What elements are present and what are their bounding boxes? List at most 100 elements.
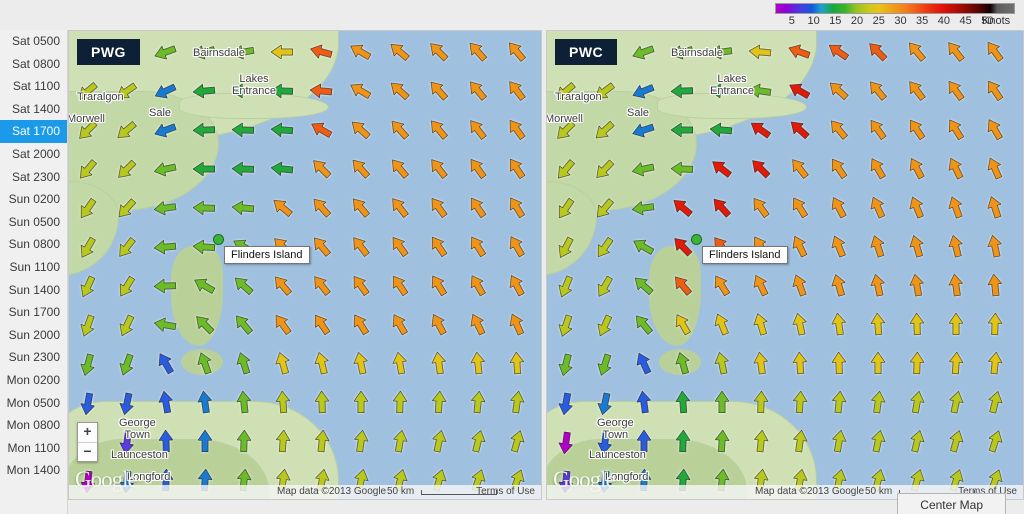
wind-arrow xyxy=(670,156,696,182)
wind-arrow xyxy=(114,390,140,416)
time-item-sat-1100[interactable]: Sat 1100 xyxy=(0,75,67,98)
wind-arrow xyxy=(670,429,696,455)
wind-arrow xyxy=(982,429,1008,455)
wind-arrow xyxy=(943,273,969,299)
wind-arrow xyxy=(943,351,969,377)
wind-arrow xyxy=(670,390,696,416)
wind-arrow xyxy=(153,273,179,299)
wind-arrow xyxy=(504,117,530,143)
wind-arrow xyxy=(465,234,491,260)
time-item-sat-2300[interactable]: Sat 2300 xyxy=(0,166,67,189)
model-badge-pwg: PWG xyxy=(77,39,140,65)
wind-arrow xyxy=(465,117,491,143)
wind-arrow xyxy=(75,312,101,338)
wind-arrow xyxy=(114,429,140,455)
wind-arrow xyxy=(426,312,452,338)
wind-arrow xyxy=(231,273,257,299)
wind-arrow xyxy=(270,156,296,182)
zoom-in-button[interactable]: + xyxy=(78,423,97,442)
wind-arrow xyxy=(270,39,296,65)
wind-arrow xyxy=(387,234,413,260)
flinders-island-callout[interactable]: Flinders Island xyxy=(702,246,788,264)
wind-arrow xyxy=(153,234,179,260)
map-panel-pwg[interactable]: PWG Bairnsdale Lakes Entrance Traralgon M… xyxy=(68,30,542,500)
wind-arrow xyxy=(114,78,140,104)
wind-arrow xyxy=(426,39,452,65)
wind-arrow xyxy=(387,156,413,182)
time-item-mon-0500[interactable]: Mon 0500 xyxy=(0,392,67,415)
time-item-mon-0200[interactable]: Mon 0200 xyxy=(0,369,67,392)
time-item-sun-1700[interactable]: Sun 1700 xyxy=(0,301,67,324)
terms-of-use-link[interactable]: Terms of Use xyxy=(476,485,535,499)
zoom-out-button[interactable]: − xyxy=(78,442,97,461)
wind-arrow xyxy=(387,39,413,65)
wind-forecast-app: 5 10 15 20 25 30 35 40 45 50 Knots Sat 0500 Sat 080… xyxy=(0,0,1024,514)
wind-arrow xyxy=(309,273,335,299)
wind-arrow xyxy=(192,156,218,182)
wind-arrow xyxy=(943,312,969,338)
wind-arrow xyxy=(592,195,618,221)
wind-arrow xyxy=(426,273,452,299)
wind-arrow xyxy=(114,156,140,182)
wind-arrow xyxy=(904,195,930,221)
time-item-mon-1400[interactable]: Mon 1400 xyxy=(0,459,67,482)
wind-arrow xyxy=(865,312,891,338)
wind-arrow xyxy=(192,312,218,338)
wind-arrow xyxy=(631,39,657,65)
time-item-sun-1100[interactable]: Sun 1100 xyxy=(0,256,67,279)
wind-arrow xyxy=(826,195,852,221)
wind-arrow xyxy=(192,273,218,299)
time-item-sun-2300[interactable]: Sun 2300 xyxy=(0,346,67,369)
wind-arrow xyxy=(553,351,579,377)
wind-arrow xyxy=(670,117,696,143)
wind-arrow xyxy=(787,39,813,65)
time-item-sun-2000[interactable]: Sun 2000 xyxy=(0,324,67,347)
wind-arrow xyxy=(387,312,413,338)
wind-arrow xyxy=(426,390,452,416)
wind-arrow xyxy=(826,273,852,299)
flinders-island-callout[interactable]: Flinders Island xyxy=(224,246,310,264)
scale-label: 50 km xyxy=(865,486,893,497)
time-item-sun-0800[interactable]: Sun 0800 xyxy=(0,233,67,256)
wind-arrow xyxy=(348,117,374,143)
wind-arrow xyxy=(865,273,891,299)
wind-arrow xyxy=(631,117,657,143)
flinders-island-marker[interactable] xyxy=(213,234,224,245)
wind-arrow xyxy=(309,156,335,182)
wind-arrow xyxy=(904,234,930,260)
wind-arrow xyxy=(709,39,735,65)
wind-arrow xyxy=(553,390,579,416)
time-item-sat-2000[interactable]: Sat 2000 xyxy=(0,143,67,166)
wind-arrow xyxy=(709,195,735,221)
time-item-sat-1400[interactable]: Sat 1400 xyxy=(0,98,67,121)
time-item-sun-0500[interactable]: Sun 0500 xyxy=(0,211,67,234)
time-item-mon-1100[interactable]: Mon 1100 xyxy=(0,437,67,460)
legend-units-label: Knots xyxy=(982,15,1011,27)
flinders-island-marker[interactable] xyxy=(691,234,702,245)
wind-arrow xyxy=(192,351,218,377)
time-item-mon-0800[interactable]: Mon 0800 xyxy=(0,414,67,437)
wind-arrow xyxy=(504,234,530,260)
time-item-sat-1700[interactable]: Sat 1700 xyxy=(0,120,67,143)
legend-tick-25: 25 xyxy=(872,15,885,27)
time-item-sat-0800[interactable]: Sat 0800 xyxy=(0,53,67,76)
legend-tick-35: 35 xyxy=(916,15,929,27)
wind-arrow xyxy=(592,117,618,143)
zoom-control-pwg[interactable]: + − xyxy=(77,422,98,462)
wind-arrow xyxy=(982,390,1008,416)
wind-arrow xyxy=(748,78,774,104)
time-item-sun-0200[interactable]: Sun 0200 xyxy=(0,188,67,211)
map-panel-pwc[interactable]: PWC Bairnsdale Lakes Entrance Traralgon M… xyxy=(546,30,1024,500)
time-item-sun-1400[interactable]: Sun 1400 xyxy=(0,279,67,302)
wind-arrow xyxy=(309,312,335,338)
center-map-button[interactable]: Center Map xyxy=(897,493,1006,514)
wind-arrow xyxy=(426,195,452,221)
time-item-sat-0500[interactable]: Sat 0500 xyxy=(0,30,67,53)
wind-arrow xyxy=(153,78,179,104)
forecast-time-sidebar[interactable]: Sat 0500 Sat 0800 Sat 1100 Sat 1400 Sat 1700… xyxy=(0,30,68,514)
wind-arrow xyxy=(465,390,491,416)
wind-arrow xyxy=(670,351,696,377)
wind-arrow xyxy=(348,390,374,416)
wind-arrow xyxy=(465,312,491,338)
attribution-text: Map data ©2013 Google xyxy=(755,486,865,497)
